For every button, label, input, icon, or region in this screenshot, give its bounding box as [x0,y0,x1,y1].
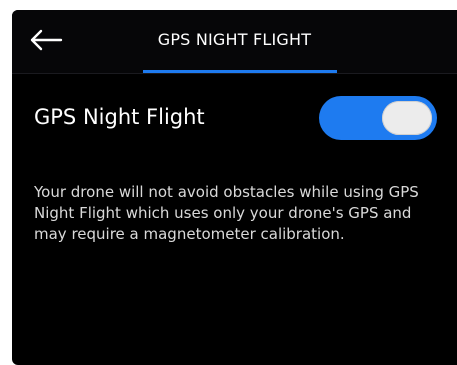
header-divider [12,73,457,74]
gps-night-flight-label: GPS Night Flight [34,105,205,129]
page-title: GPS NIGHT FLIGHT [157,30,312,49]
header-bar: GPS NIGHT FLIGHT [12,10,457,74]
gps-night-flight-description: Your drone will not avoid obstacles whil… [34,183,419,243]
screen: GPS NIGHT FLIGHT GPS Night Flight Your d… [12,10,457,365]
gps-night-flight-toggle[interactable] [319,96,437,140]
toggle-knob [382,101,432,135]
